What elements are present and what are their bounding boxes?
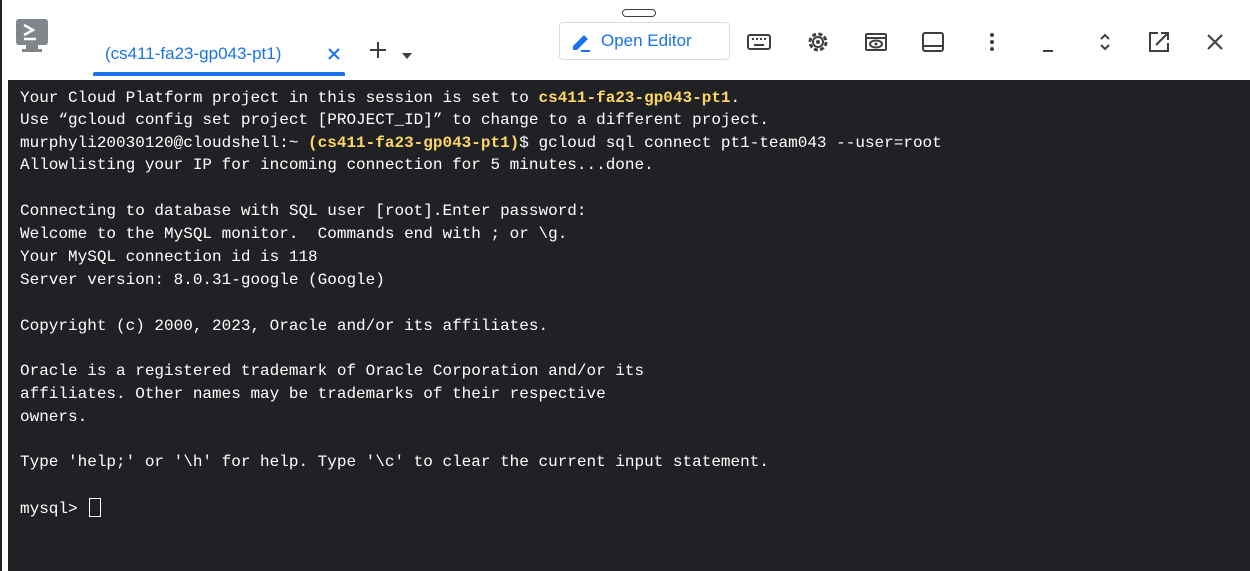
open-new-window-icon[interactable]: [1146, 29, 1172, 55]
terminal-area[interactable]: Your Cloud Platform project in this sess…: [8, 80, 1250, 571]
active-tab-indicator: [93, 72, 345, 76]
panel-icon[interactable]: [920, 29, 946, 55]
terminal-line: Allowlisting your IP for incoming connec…: [20, 156, 654, 174]
close-icon[interactable]: [325, 41, 345, 65]
minimize-icon[interactable]: [1035, 29, 1061, 55]
more-vert-icon[interactable]: [979, 29, 1005, 55]
drag-handle[interactable]: [622, 9, 656, 17]
terminal-line: Server version: 8.0.31-google (Google): [20, 271, 385, 289]
mysql-prompt-line[interactable]: mysql>: [20, 498, 102, 519]
keyboard-icon[interactable]: [746, 29, 772, 55]
terminal-line: Your Cloud Platform project in this sess…: [20, 88, 740, 108]
terminal-line: Oracle is a registered trademark of Orac…: [20, 362, 645, 380]
open-editor-button[interactable]: Open Editor: [559, 22, 730, 60]
terminal-text: .: [730, 89, 741, 107]
shell-command: $ gcloud sql connect pt1-team043 --user=…: [519, 134, 942, 152]
terminal-text: Your Cloud Platform project in this sess…: [20, 89, 539, 107]
terminal-line: owners.: [20, 408, 88, 426]
mysql-prompt: mysql>: [20, 500, 88, 518]
tab-label: (cs411-fa23-gp043-pt1): [105, 44, 282, 63]
terminal-line: murphyli20030120@cloudshell:~ (cs411-fa2…: [20, 133, 942, 153]
terminal-line: Welcome to the MySQL monitor. Commands e…: [20, 225, 568, 243]
cloud-shell-toolbar: (cs411-fa23-gp043-pt1) Open Editor: [2, 0, 1250, 80]
close-icon[interactable]: [1202, 29, 1228, 55]
pencil-icon: [570, 31, 592, 53]
chevron-down-icon[interactable]: [401, 47, 413, 59]
open-editor-label: Open Editor: [601, 31, 692, 50]
shell-logo-icon: [16, 19, 48, 45]
terminal-line: affiliates. Other names may be trademark…: [20, 385, 606, 403]
restore-icon[interactable]: [1092, 29, 1118, 55]
gear-icon[interactable]: [805, 29, 831, 55]
window-left-border: [0, 0, 2, 571]
project-id-highlight: cs411-fa23-gp043-pt1: [538, 89, 731, 107]
web-preview-icon[interactable]: [863, 29, 889, 55]
shell-prompt: murphyli20030120@cloudshell:~: [20, 134, 309, 152]
terminal-line: Use “gcloud config set project [PROJECT_…: [20, 111, 769, 129]
shell-logo-base: [22, 49, 42, 52]
project-id-highlight: (cs411-fa23-gp043-pt1): [308, 134, 520, 152]
terminal-line: Copyright (c) 2000, 2023, Oracle and/or …: [20, 317, 549, 335]
terminal-line: Type 'help;' or '\h' for help. Type '\c'…: [20, 453, 769, 471]
plus-icon[interactable]: [366, 38, 390, 62]
terminal-line: Your MySQL connection id is 118: [20, 248, 318, 266]
text-cursor: [89, 498, 102, 517]
terminal-line: Connecting to database with SQL user [ro…: [20, 202, 587, 220]
